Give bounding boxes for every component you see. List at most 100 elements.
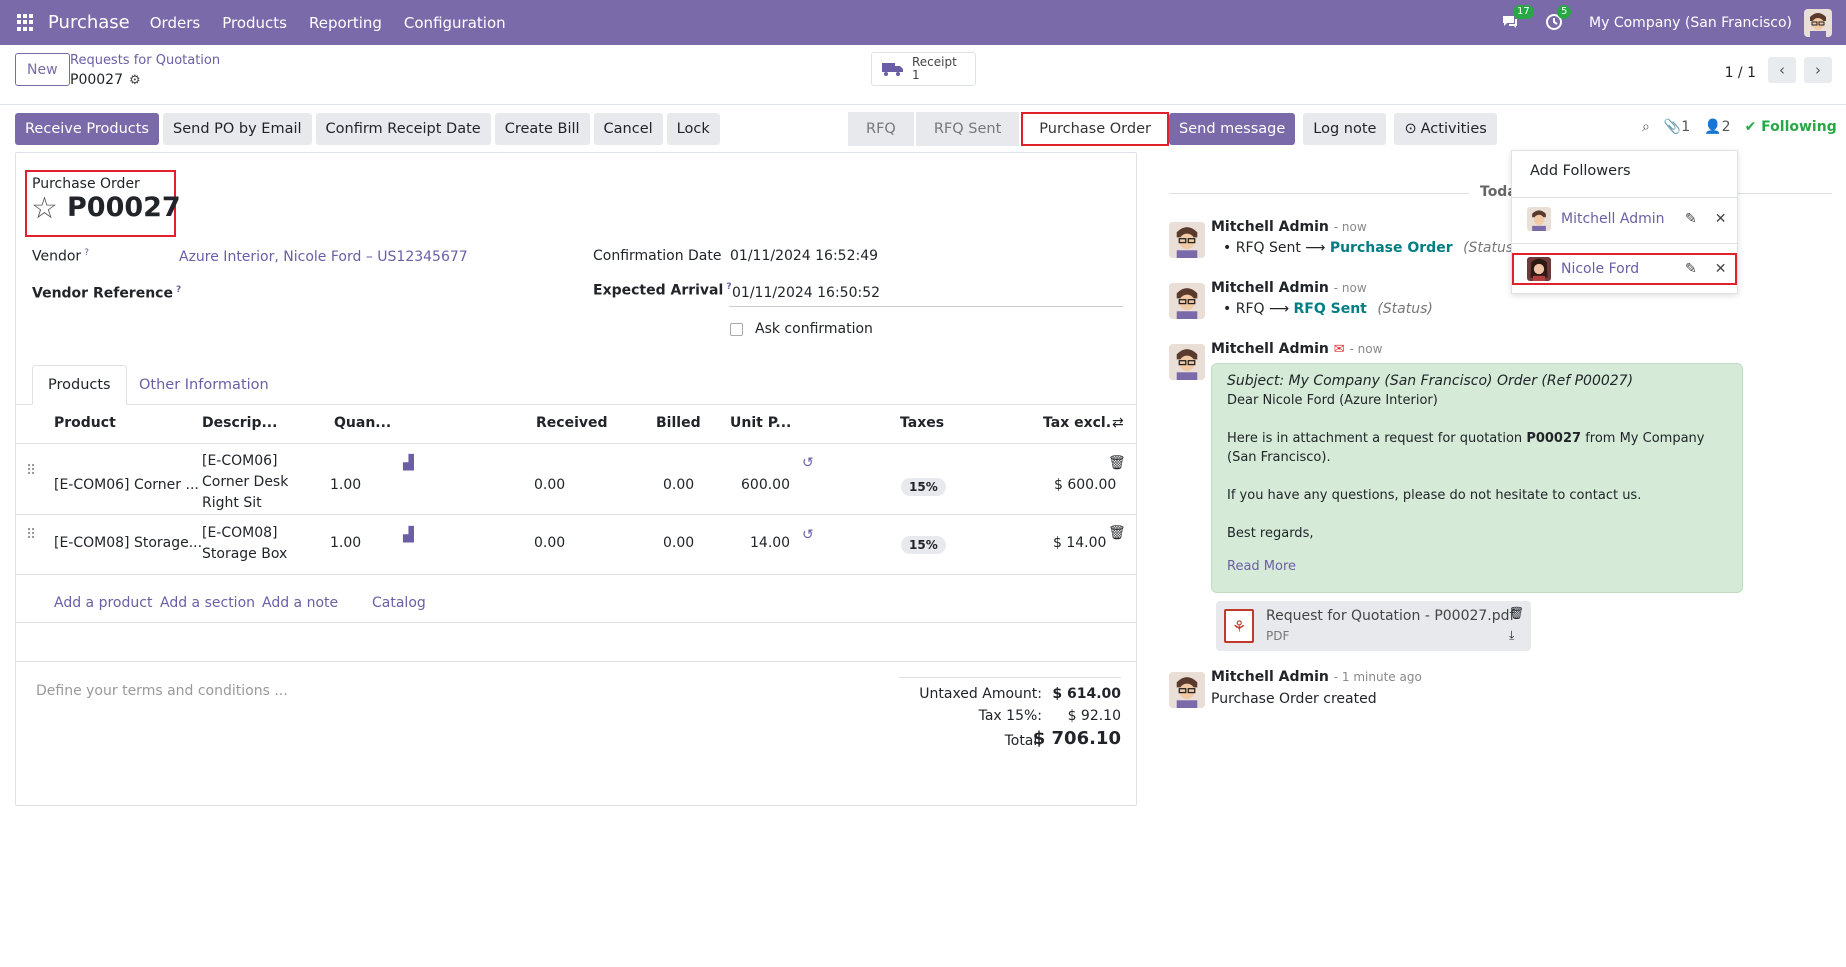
table-row[interactable]: ⠿ [E-COM08] Storage... [E-COM08] Storage… xyxy=(16,515,1136,575)
add-product-link[interactable]: Add a product xyxy=(54,595,152,611)
forecast-chart-icon[interactable]: ▟ xyxy=(403,527,414,543)
following-button[interactable]: ✔ Following xyxy=(1745,119,1837,135)
gear-icon[interactable]: ⚙ xyxy=(129,73,141,88)
history-icon[interactable]: ↺ xyxy=(802,455,814,471)
row-quantity[interactable]: 1.00 xyxy=(330,535,361,551)
col-received[interactable]: Received xyxy=(536,415,608,431)
row-product[interactable]: [E-COM06] Corner ... xyxy=(54,477,199,493)
drag-handle-icon[interactable]: ⠿ xyxy=(26,527,36,543)
col-taxes[interactable]: Taxes xyxy=(900,415,944,431)
new-button[interactable]: New xyxy=(15,53,70,86)
trash-icon[interactable]: 🗑 xyxy=(1509,606,1524,620)
follower-item-highlighted[interactable]: Nicole Ford ✎ ✕ xyxy=(1512,253,1737,285)
company-switcher[interactable]: My Company (San Francisco) xyxy=(1589,15,1792,31)
receipt-smart-button[interactable]: Receipt 1 xyxy=(871,52,976,86)
avatar[interactable] xyxy=(1169,672,1205,708)
send-message-button[interactable]: Send message xyxy=(1169,113,1296,145)
message-author[interactable]: Mitchell Admin ✉ - now xyxy=(1211,341,1382,357)
history-icon[interactable]: ↺ xyxy=(802,527,814,543)
col-unit-price[interactable]: Unit P... xyxy=(730,415,791,431)
col-quantity[interactable]: Quan... xyxy=(334,415,391,431)
attachment-name[interactable]: Request for Quotation - P00027.pdf xyxy=(1266,608,1514,624)
pager-previous-button[interactable]: ‹ xyxy=(1768,57,1796,83)
apps-grid-icon[interactable] xyxy=(17,13,35,32)
cancel-button[interactable]: Cancel xyxy=(593,113,663,145)
follower-name[interactable]: Nicole Ford xyxy=(1561,261,1685,277)
tax-tag[interactable]: 15% xyxy=(901,478,946,496)
trash-icon[interactable]: 🗑 xyxy=(1108,525,1126,541)
messages-icon[interactable]: 17 xyxy=(1501,4,1534,33)
status-rfq[interactable]: RFQ xyxy=(848,112,914,146)
add-section-link[interactable]: Add a section xyxy=(160,595,255,611)
followers-button[interactable]: 👤2 xyxy=(1704,119,1730,135)
drag-handle-icon[interactable]: ⠿ xyxy=(26,463,36,479)
row-description-line[interactable]: [E-COM06] xyxy=(202,453,278,469)
add-followers-link[interactable]: Add Followers xyxy=(1530,163,1631,179)
tax-tag[interactable]: 15% xyxy=(901,536,946,554)
pencil-icon[interactable]: ✎ xyxy=(1685,211,1697,227)
breadcrumb-parent[interactable]: Requests for Quotation xyxy=(70,53,220,68)
attachment-card[interactable]: ⚘ Request for Quotation - P00027.pdf PDF… xyxy=(1216,601,1531,651)
tab-other-information[interactable]: Other Information xyxy=(124,365,284,405)
download-icon[interactable]: ⤓ xyxy=(1509,628,1514,643)
forecast-chart-icon[interactable]: ▟ xyxy=(403,455,414,471)
help-icon[interactable]: ? xyxy=(176,285,181,295)
message-author[interactable]: Mitchell Admin - now xyxy=(1211,219,1367,235)
menu-reporting[interactable]: Reporting xyxy=(309,14,382,32)
catalog-link[interactable]: Catalog xyxy=(372,595,426,611)
activities-button[interactable]: ⊙ Activities xyxy=(1394,113,1497,145)
follower-name[interactable]: Mitchell Admin xyxy=(1561,211,1685,227)
pager-value[interactable]: 1 / 1 xyxy=(1725,65,1756,81)
message-author[interactable]: Mitchell Admin - now xyxy=(1211,280,1367,296)
column-settings-icon[interactable]: ⇄ xyxy=(1112,415,1124,431)
row-quantity[interactable]: 1.00 xyxy=(330,477,361,493)
vendor-value[interactable]: Azure Interior, Nicole Ford – US12345677 xyxy=(179,249,468,265)
menu-configuration[interactable]: Configuration xyxy=(404,14,506,32)
receive-products-button[interactable]: Receive Products xyxy=(15,113,159,145)
send-po-email-button[interactable]: Send PO by Email xyxy=(163,113,312,145)
avatar[interactable] xyxy=(1169,222,1205,258)
star-icon[interactable]: ☆ xyxy=(31,194,58,224)
table-row[interactable]: ⠿ [E-COM06] Corner ... [E-COM06] Corner … xyxy=(16,443,1136,515)
read-more-link[interactable]: Read More xyxy=(1227,557,1727,576)
log-note-button[interactable]: Log note xyxy=(1303,113,1387,145)
terms-conditions-field[interactable]: Define your terms and conditions ... xyxy=(36,683,288,699)
close-icon[interactable]: ✕ xyxy=(1715,261,1727,277)
attachments-button[interactable]: 📎1 xyxy=(1664,119,1690,135)
menu-orders[interactable]: Orders xyxy=(150,14,200,32)
row-unit-price[interactable]: 600.00 xyxy=(741,477,790,493)
lock-button[interactable]: Lock xyxy=(666,113,720,145)
search-icon[interactable]: ⌕ xyxy=(1642,119,1650,135)
pager-next-button[interactable]: › xyxy=(1804,57,1832,83)
col-description[interactable]: Descrip... xyxy=(202,415,277,431)
avatar[interactable] xyxy=(1169,344,1205,380)
pencil-icon[interactable]: ✎ xyxy=(1685,261,1697,277)
add-note-link[interactable]: Add a note xyxy=(262,595,338,611)
app-name[interactable]: Purchase xyxy=(48,12,130,33)
tab-products[interactable]: Products xyxy=(32,365,127,405)
ask-confirmation-checkbox[interactable] xyxy=(730,323,743,336)
confirm-receipt-date-button[interactable]: Confirm Receipt Date xyxy=(315,113,491,145)
create-bill-button[interactable]: Create Bill xyxy=(494,113,590,145)
activities-icon[interactable]: 5 xyxy=(1545,4,1572,33)
menu-products[interactable]: Products xyxy=(222,14,287,32)
follower-item[interactable]: Mitchell Admin ✎ ✕ xyxy=(1513,201,1736,237)
message-author[interactable]: Mitchell Admin - 1 minute ago xyxy=(1211,669,1422,685)
status-purchase-order[interactable]: Purchase Order xyxy=(1021,112,1169,146)
col-billed[interactable]: Billed xyxy=(656,415,701,431)
status-rfq-sent[interactable]: RFQ Sent xyxy=(915,112,1020,146)
trash-icon[interactable]: 🗑 xyxy=(1108,455,1126,471)
col-tax-excl[interactable]: Tax excl. xyxy=(1043,415,1111,431)
row-product[interactable]: [E-COM08] Storage... xyxy=(54,535,202,551)
row-unit-price[interactable]: 14.00 xyxy=(750,535,790,551)
row-description-line[interactable]: Corner Desk xyxy=(202,474,288,490)
help-icon[interactable]: ? xyxy=(84,248,89,258)
row-description-line[interactable]: Right Sit xyxy=(202,495,262,511)
user-avatar[interactable] xyxy=(1804,8,1832,37)
row-description-line[interactable]: [E-COM08] xyxy=(202,525,278,541)
close-icon[interactable]: ✕ xyxy=(1715,211,1727,227)
avatar[interactable] xyxy=(1169,283,1205,319)
col-product[interactable]: Product xyxy=(54,415,116,431)
expected-arrival-field[interactable]: 01/11/2024 16:50:52 xyxy=(729,282,1123,307)
row-description-line[interactable]: Storage Box xyxy=(202,546,287,562)
